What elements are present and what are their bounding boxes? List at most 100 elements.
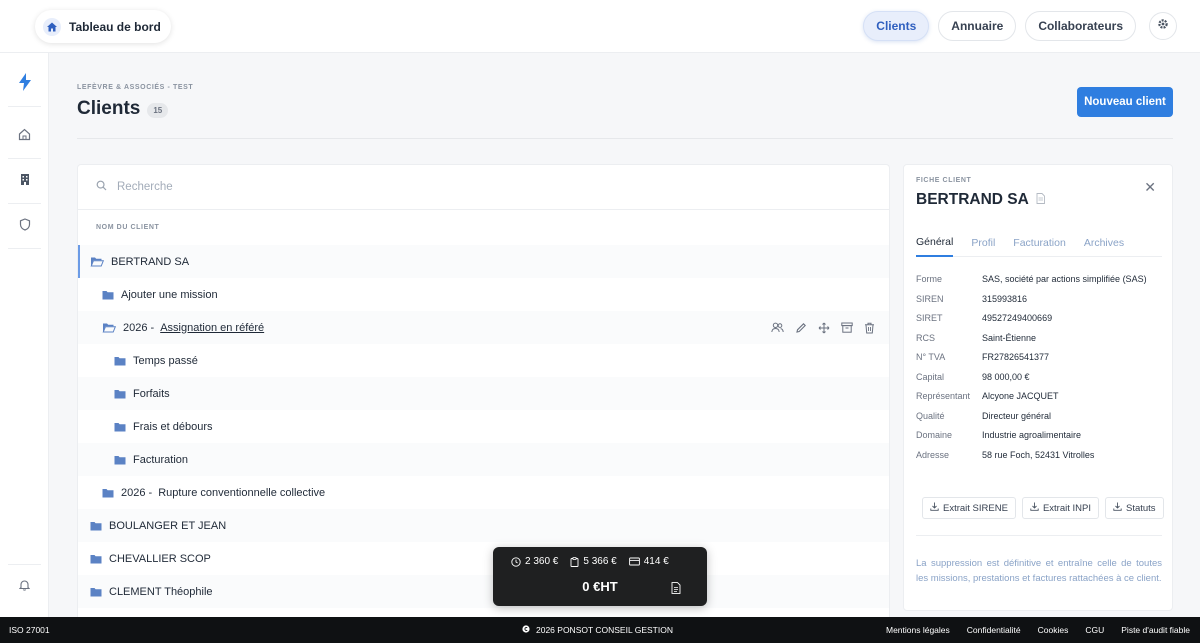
tab-facturation[interactable]: Facturation (1013, 229, 1066, 257)
client-row-bertrand[interactable]: BERTRAND SA (78, 245, 889, 278)
settings-button[interactable] (1149, 12, 1177, 40)
client-row-clement[interactable]: CLEMENT Théophile (78, 575, 889, 608)
rail-home[interactable] (8, 115, 41, 159)
field-rcs: RCS Saint-Étienne (916, 332, 1162, 345)
client-detail-card: FICHE CLIENT BERTRAND SA ✕ Général Profi… (903, 164, 1173, 611)
dashboard-button[interactable]: Tableau de bord (35, 10, 171, 43)
gear-icon (1157, 17, 1169, 35)
field-label: RCS (916, 332, 936, 343)
client-row-boulanger[interactable]: BOULANGER ET JEAN (78, 509, 889, 542)
rail-notifications[interactable] (8, 564, 41, 608)
rail-logo[interactable] (8, 63, 41, 107)
mission-title: Rupture conventionnelle collective (158, 486, 326, 499)
tab-archives[interactable]: Archives (1084, 229, 1124, 257)
extrait-sirene-button[interactable]: Extrait SIRENE (922, 497, 1016, 519)
search-input[interactable] (117, 181, 417, 193)
field-label: Représentant (916, 391, 971, 401)
field-label: SIREN (916, 293, 944, 304)
link-cookies[interactable]: Cookies (1038, 625, 1069, 635)
document-buttons: Extrait SIRENE Extrait INPI Statuts (922, 497, 1164, 519)
invoice-icon[interactable] (671, 581, 681, 599)
folder-icon (90, 521, 102, 531)
mission-row-assignation[interactable]: 2026 - Assignation en référé (78, 311, 889, 344)
tree-row-label: CHEVALLIER SCOP (109, 552, 211, 565)
footer: ISO 27001 2026 PONSOT CONSEIL GESTION Me… (0, 617, 1200, 643)
field-value: 98 000,00 € (982, 371, 1030, 382)
move-icon[interactable] (818, 322, 830, 334)
link-audit-trail[interactable]: Piste d'audit fiable (1121, 625, 1190, 635)
organisation-name: LEFÈVRE & ASSOCIÉS - TEST (77, 84, 194, 91)
column-header-client-name: NOM DU CLIENT (96, 224, 160, 231)
folder-icon (102, 290, 114, 300)
field-value: Alcyone JACQUET (982, 391, 1059, 401)
add-mission-row[interactable]: Ajouter une mission (78, 278, 889, 311)
trash-icon[interactable] (864, 322, 875, 334)
card-overline: FICHE CLIENT (916, 177, 972, 184)
nav-clients[interactable]: Clients (863, 11, 930, 41)
field-label: N° TVA (916, 352, 946, 362)
flat-fee-total-value: 5 366 € (583, 556, 617, 567)
copyright: 2026 PONSOT CONSEIL GESTION (522, 625, 673, 635)
card-icon (628, 557, 640, 566)
folder-open-icon (90, 256, 104, 267)
iso-label: ISO 27001 (9, 625, 50, 635)
button-label: Extrait SIRENE (943, 502, 1008, 514)
field-value: FR27826541377 (982, 352, 1050, 362)
field-qualite: Qualité Directeur général (916, 410, 1162, 423)
rail-security[interactable] (8, 205, 41, 249)
search-icon (96, 178, 107, 196)
mission-subfolder-temps-passe[interactable]: Temps passé (78, 344, 889, 377)
tab-general[interactable]: Général (916, 229, 954, 257)
mission-subfolder-forfaits[interactable]: Forfaits (78, 377, 889, 410)
field-label: SIRET (916, 313, 943, 323)
field-representant: Représentant Alcyone JACQUET (916, 390, 1162, 403)
mission-title-link[interactable]: Assignation en référé (160, 322, 264, 334)
document-icon[interactable] (1036, 191, 1045, 209)
field-value: 49527249400669 (982, 313, 1053, 323)
mission-year: 2026 - (121, 486, 153, 499)
link-cgu[interactable]: CGU (1085, 625, 1104, 635)
totals-widget: 2 360 € 5 366 € 414 € 0 €HT (493, 547, 707, 606)
bell-icon (18, 578, 31, 596)
tab-profil[interactable]: Profil (971, 229, 995, 257)
mission-subfolder-facturation[interactable]: Facturation (78, 443, 889, 476)
client-name-text: BERTRAND SA (916, 191, 1029, 208)
folder-icon (90, 554, 102, 564)
card-tabs: Général Profil Facturation Archives (916, 229, 1162, 257)
field-label: Qualité (916, 410, 945, 421)
extrait-inpi-button[interactable]: Extrait INPI (1021, 497, 1099, 519)
close-icon[interactable]: ✕ (1144, 179, 1156, 196)
link-mentions-legales[interactable]: Mentions légales (886, 625, 950, 635)
field-siret: SIRET 49527249400669 (916, 312, 1162, 325)
link-confidentialite[interactable]: Confidentialité (967, 625, 1021, 635)
field-tva: N° TVA FR27826541377 (916, 351, 1162, 364)
mission-row-rupture[interactable]: 2026 - Rupture conventionnelle collectiv… (78, 476, 889, 509)
statuts-button[interactable]: Statuts (1104, 497, 1164, 519)
nav-collaborateurs[interactable]: Collaborateurs (1025, 11, 1136, 41)
folder-icon (114, 356, 126, 366)
archive-icon[interactable] (841, 322, 853, 333)
field-value: 58 rue Foch, 52431 Vitrolles (982, 449, 1095, 460)
mission-subfolder-frais[interactable]: Frais et débours (78, 410, 889, 443)
nav-annuaire[interactable]: Annuaire (938, 11, 1017, 41)
tree-row-label: BERTRAND SA (111, 255, 190, 268)
card-client-name: BERTRAND SA (916, 191, 1045, 209)
tree-row-label: BOULANGER ET JEAN (109, 519, 227, 532)
folder-icon (114, 455, 126, 465)
new-client-button[interactable]: Nouveau client (1077, 87, 1173, 117)
footer-links: Mentions légales Confidentialité Cookies… (886, 625, 1190, 635)
rail-buildings[interactable] (8, 160, 41, 204)
client-row-chevallier[interactable]: CHEVALLIER SCOP (78, 542, 889, 575)
folder-icon (114, 422, 126, 432)
time-total: 2 360 € (511, 556, 558, 567)
field-value: SAS, société par actions simplifiée (SAS… (982, 274, 1147, 284)
edit-icon[interactable] (795, 322, 807, 334)
tree-row-label: Ajouter une mission (121, 288, 218, 301)
folder-icon (102, 488, 114, 498)
field-domaine: Domaine Industrie agroalimentaire (916, 429, 1162, 442)
search-bar (78, 165, 889, 210)
building-icon (19, 173, 31, 191)
users-icon[interactable] (771, 322, 784, 333)
header-divider (77, 138, 1173, 139)
dashboard-label: Tableau de bord (69, 19, 161, 34)
